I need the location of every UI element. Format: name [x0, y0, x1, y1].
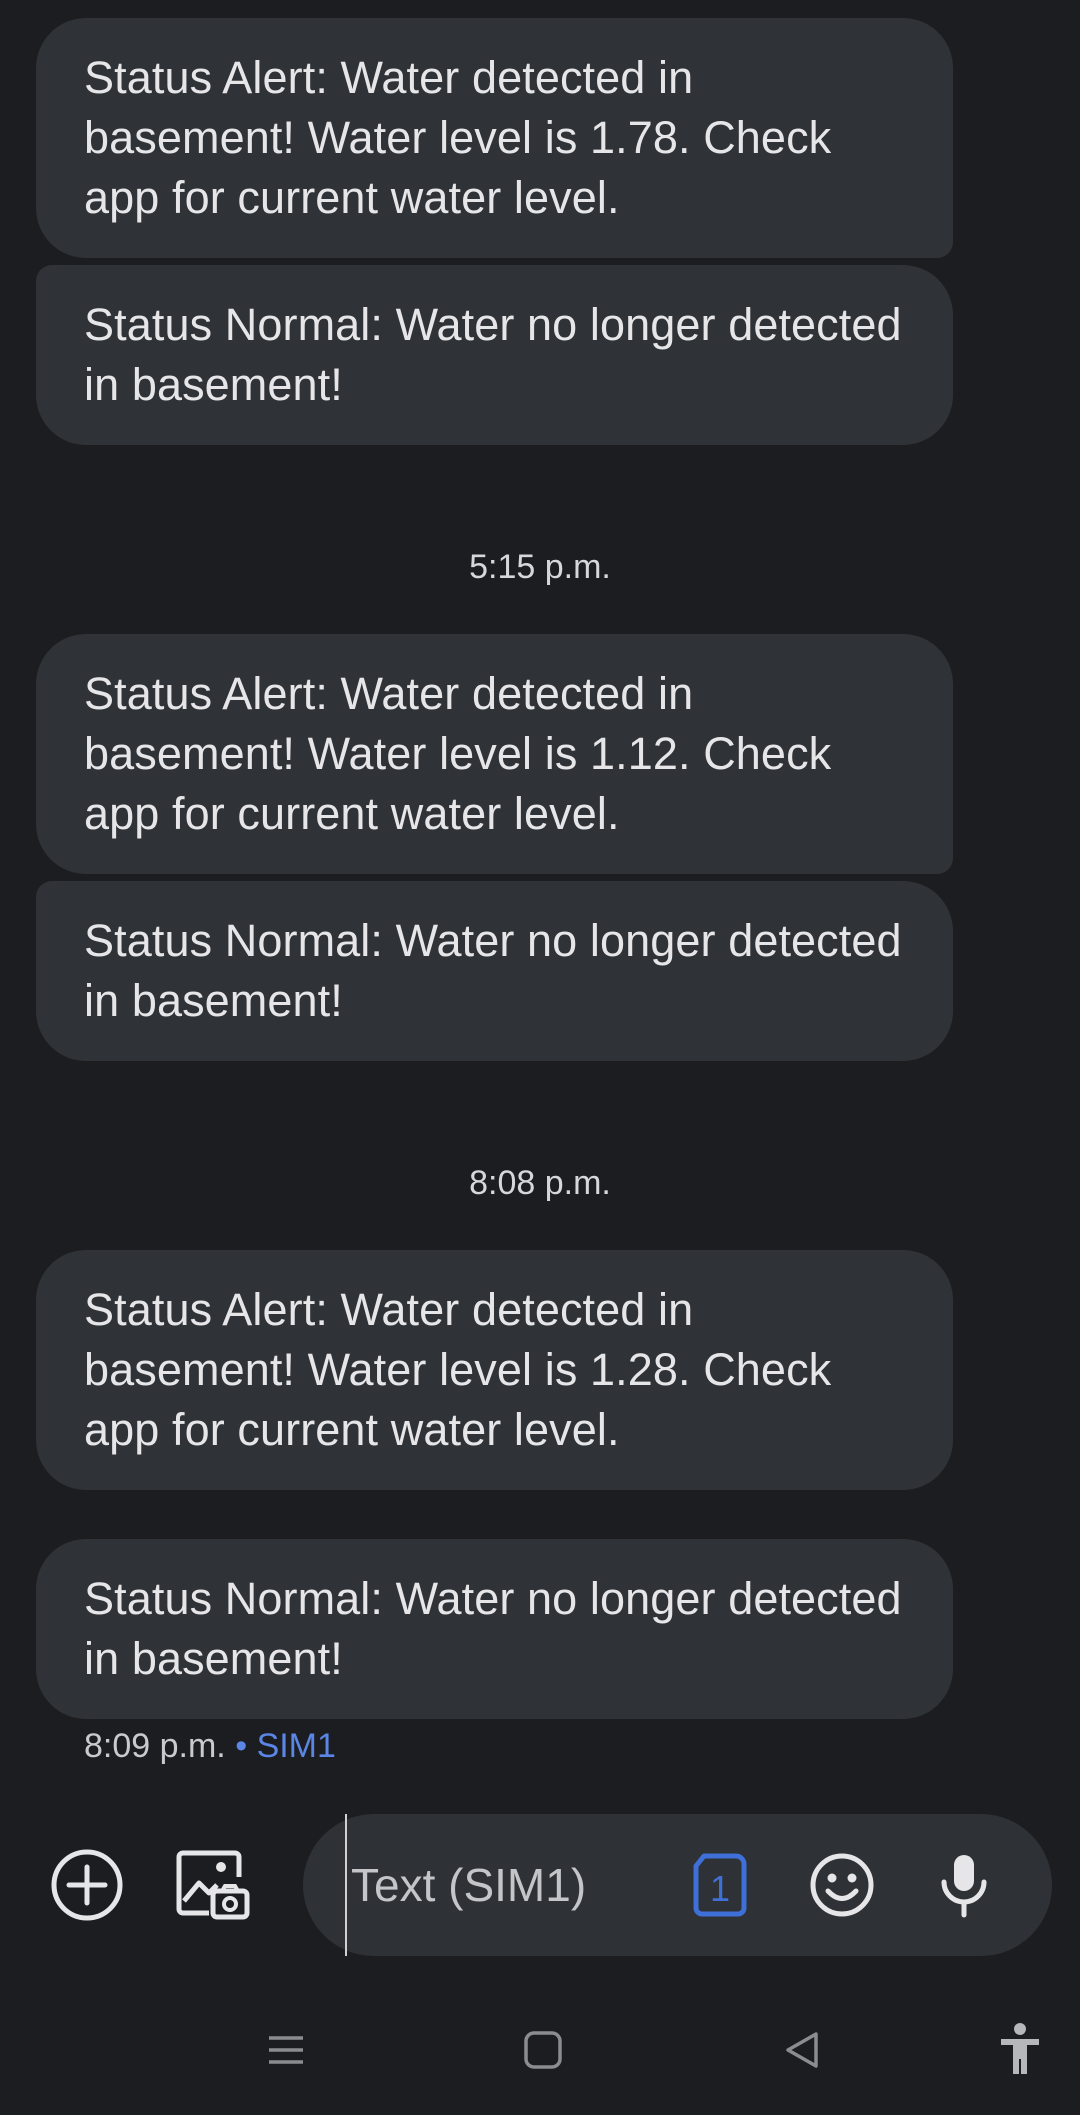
- sim-number: 1: [709, 1868, 731, 1909]
- message-bubble[interactable]: Status Alert: Water detected in basement…: [36, 1250, 953, 1490]
- message-status: 8:09 p.m. • SIM1: [84, 1726, 336, 1766]
- meta-separator: •: [235, 1727, 248, 1765]
- recents-icon: [269, 2036, 303, 2064]
- message-bubble[interactable]: Status Normal: Water no longer detected …: [36, 1539, 953, 1719]
- message-input[interactable]: [345, 1814, 675, 1956]
- accessibility-button[interactable]: [975, 2005, 1065, 2095]
- message-text: Status Normal: Water no longer detected …: [84, 915, 902, 1026]
- message-text: Status Alert: Water detected in basement…: [84, 1284, 832, 1455]
- message-bubble[interactable]: Status Normal: Water no longer detected …: [36, 265, 953, 445]
- compose-bar: 1: [0, 1812, 1080, 1958]
- back-button[interactable]: [757, 2005, 847, 2095]
- home-button[interactable]: [498, 2005, 588, 2095]
- message-bubble[interactable]: Status Alert: Water detected in basement…: [36, 18, 953, 258]
- message-bubble[interactable]: Status Alert: Water detected in basement…: [36, 634, 953, 874]
- accessibility-icon: [1001, 2023, 1039, 2074]
- microphone-icon: [941, 1855, 987, 1918]
- gallery-camera-icon: [176, 1850, 250, 1920]
- sim-label: SIM1: [256, 1727, 336, 1765]
- conversation-screen: Status Alert: Water detected in basement…: [0, 0, 1080, 2115]
- message-text: Status Alert: Water detected in basement…: [84, 668, 832, 839]
- gallery-button[interactable]: [168, 1840, 258, 1930]
- back-icon: [786, 2032, 818, 2068]
- message-time: 8:09 p.m.: [84, 1727, 226, 1765]
- home-icon: [524, 2031, 562, 2069]
- add-circle-icon: [51, 1849, 123, 1921]
- system-navigation-bar: [0, 1995, 1080, 2105]
- message-text: Status Normal: Water no longer detected …: [84, 1573, 902, 1684]
- sim-selector-button[interactable]: 1: [675, 1840, 765, 1930]
- recents-button[interactable]: [241, 2005, 331, 2095]
- timestamp-divider: 5:15 p.m.: [469, 548, 611, 586]
- message-text: Status Normal: Water no longer detected …: [84, 299, 902, 410]
- message-text-field[interactable]: 1: [303, 1814, 1052, 1956]
- message-text: Status Alert: Water detected in basement…: [84, 52, 832, 223]
- add-attachment-button[interactable]: [42, 1840, 132, 1930]
- message-bubble[interactable]: Status Normal: Water no longer detected …: [36, 881, 953, 1061]
- timestamp-divider: 8:08 p.m.: [469, 1164, 611, 1202]
- emoji-button[interactable]: [797, 1840, 887, 1930]
- voice-input-button[interactable]: [919, 1840, 1009, 1930]
- emoji-icon: [810, 1853, 874, 1917]
